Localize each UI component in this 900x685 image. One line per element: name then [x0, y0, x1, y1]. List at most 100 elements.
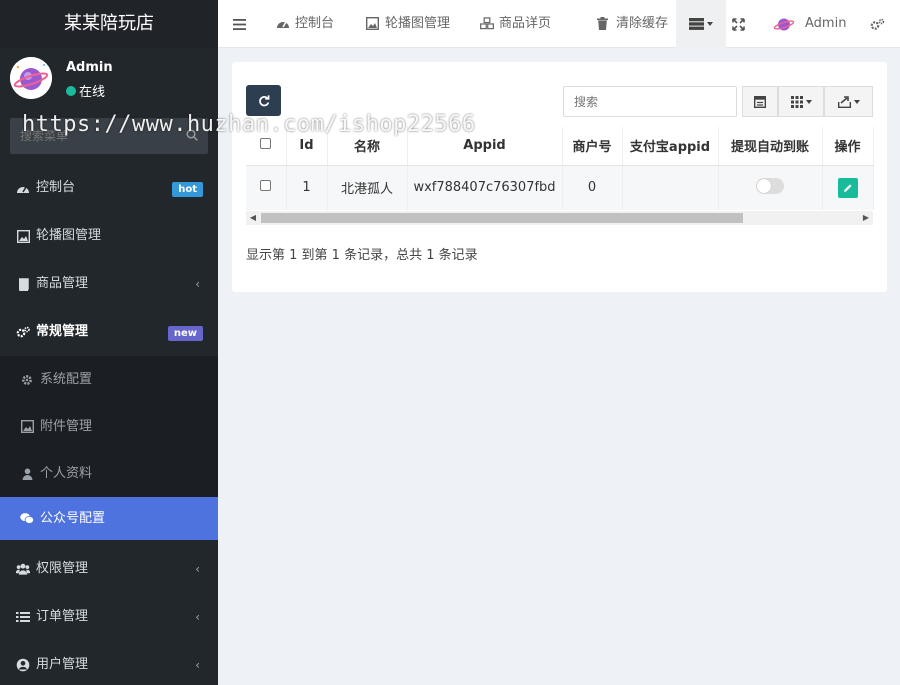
cogs-icon — [16, 325, 30, 339]
export-dropdown-button[interactable] — [824, 86, 873, 117]
columns-dropdown-button[interactable] — [778, 86, 824, 117]
tab-dashboard[interactable]: 控制台 — [276, 0, 334, 48]
pagination-info: 显示第 1 到第 1 条记录，总共 1 条记录 — [246, 248, 478, 263]
cell-alipay-appid — [622, 165, 719, 210]
select-all-checkbox[interactable] — [260, 138, 272, 150]
table-row: 1 北港孤人 wxf788407c76307fbd 0 — [246, 165, 874, 210]
cogs-icon — [870, 18, 885, 30]
user-status: 在线 — [66, 81, 105, 100]
tab-label: 清除缓存 — [616, 16, 669, 31]
horizontal-scrollbar[interactable]: ◀ ▶ — [246, 211, 873, 225]
sidebar-item-label: 公众号配置 — [40, 511, 106, 526]
pencil-icon — [843, 184, 852, 192]
sidebar-item-profile[interactable]: 个人资料 — [0, 450, 218, 497]
tab-label: 轮播图管理 — [385, 16, 451, 31]
edit-button[interactable] — [837, 177, 858, 198]
sidebar-item-label: 个人资料 — [40, 466, 93, 481]
column-header[interactable]: 商户号 — [562, 127, 623, 166]
sidebar-item-dashboard[interactable]: 控制台 hot — [0, 164, 218, 212]
scroll-right-icon[interactable]: ▶ — [859, 211, 873, 225]
sidebar-item-users[interactable]: 用户管理 ‹ — [0, 641, 218, 685]
caret-down-icon — [805, 99, 812, 104]
chevron-left-icon: ‹ — [195, 562, 200, 576]
book-icon — [16, 277, 30, 291]
brand-title[interactable]: 某某陪玩店 — [0, 0, 218, 48]
sidebar-toggle-button[interactable] — [233, 0, 246, 48]
table-search-input[interactable] — [563, 86, 737, 117]
cell-auto-withdraw — [718, 165, 823, 210]
user-name: Admin — [66, 60, 113, 75]
group-icon — [16, 562, 30, 576]
user-panel: Admin 在线 — [0, 48, 218, 114]
data-table: Id 名称 Appid 商户号 支付宝appid 提现自动到账 操作 1 北港孤… — [246, 127, 874, 210]
submenu-general: 系统配置 附件管理 个人资料 公众号配置 — [0, 356, 218, 540]
caret-down-icon — [853, 99, 860, 104]
user-status-label: 在线 — [79, 85, 106, 100]
toggle-view-button[interactable] — [742, 86, 778, 117]
sidebar-item-label: 订单管理 — [36, 609, 89, 624]
more-tabs-dropdown[interactable] — [676, 0, 726, 48]
chevron-left-icon: ‹ — [195, 658, 200, 672]
dashboard-icon — [276, 17, 290, 31]
tab-goods-detail[interactable]: 商品详页 — [480, 0, 551, 48]
sidebar-item-attachments[interactable]: 附件管理 — [0, 403, 218, 450]
sidebar-item-general[interactable]: 常规管理 new — [0, 308, 218, 356]
sidebar-menu: 控制台 hot 轮播图管理 商品管理 ‹ 常规管理 new 系统配置 附件管理 — [0, 164, 218, 685]
cell-name: 北港孤人 — [327, 165, 408, 210]
chevron-left-icon: ‹ — [195, 277, 200, 291]
fullscreen-button[interactable] — [732, 0, 745, 48]
avatar — [773, 13, 795, 35]
wechat-icon — [20, 512, 34, 526]
column-header[interactable]: 支付宝appid — [622, 127, 719, 166]
sidebar-item-orders[interactable]: 订单管理 ‹ — [0, 593, 218, 641]
column-header[interactable]: 操作 — [822, 127, 874, 166]
server-icon — [689, 18, 704, 30]
list-icon — [16, 610, 30, 624]
top-navbar: 控制台 轮播图管理 商品详页 清除缓存 Admin — [218, 0, 900, 48]
trash-icon — [597, 17, 611, 31]
sidebar-item-banner[interactable]: 轮播图管理 — [0, 212, 218, 260]
row-checkbox[interactable] — [260, 180, 272, 192]
settings-button[interactable] — [870, 0, 885, 48]
admin-name: Admin — [805, 16, 847, 31]
refresh-icon — [258, 94, 269, 106]
hot-badge: hot — [172, 182, 203, 197]
clear-cache-button[interactable]: 清除缓存 — [597, 0, 668, 48]
file-image-icon — [20, 420, 34, 434]
user-icon — [20, 467, 34, 481]
table-view-icon — [754, 95, 766, 108]
user-circle-icon — [16, 658, 30, 672]
expand-icon — [732, 17, 745, 31]
export-icon — [837, 95, 851, 108]
sidebar-item-label: 轮播图管理 — [36, 228, 102, 243]
gear-icon — [20, 373, 34, 387]
scrollbar-thumb[interactable] — [261, 213, 743, 223]
chevron-left-icon: ‹ — [195, 610, 200, 624]
columns-icon — [790, 95, 803, 108]
tab-banner[interactable]: 轮播图管理 — [366, 0, 450, 48]
sidebar-item-permissions[interactable]: 权限管理 ‹ — [0, 545, 218, 593]
new-badge: new — [167, 326, 203, 341]
admin-user-menu[interactable]: Admin — [773, 0, 846, 48]
column-header[interactable]: 提现自动到账 — [718, 127, 823, 166]
tab-label: 控制台 — [295, 16, 335, 31]
avatar[interactable] — [10, 57, 52, 99]
sidebar-item-label: 用户管理 — [36, 657, 89, 672]
hamburger-icon — [233, 18, 246, 30]
cubes-icon — [480, 17, 494, 31]
image-icon — [16, 229, 30, 243]
row-select-cell — [246, 165, 287, 210]
image-icon — [366, 17, 380, 31]
content-panel: Id 名称 Appid 商户号 支付宝appid 提现自动到账 操作 1 北港孤… — [232, 62, 887, 292]
sidebar-item-label: 权限管理 — [36, 561, 89, 576]
sidebar: 某某陪玩店 Admin 在线 控制台 hot — [0, 0, 218, 685]
tab-label: 商品详页 — [499, 16, 552, 31]
sidebar-item-wechat-config[interactable]: 公众号配置 — [0, 497, 218, 540]
cell-mch-id: 0 — [562, 165, 623, 210]
auto-withdraw-toggle[interactable] — [756, 177, 784, 194]
sidebar-item-system-config[interactable]: 系统配置 — [0, 356, 218, 403]
scroll-left-icon[interactable]: ◀ — [246, 211, 260, 225]
dashboard-icon — [16, 181, 30, 195]
sidebar-item-goods[interactable]: 商品管理 ‹ — [0, 260, 218, 308]
sidebar-item-label: 常规管理 — [36, 324, 89, 339]
